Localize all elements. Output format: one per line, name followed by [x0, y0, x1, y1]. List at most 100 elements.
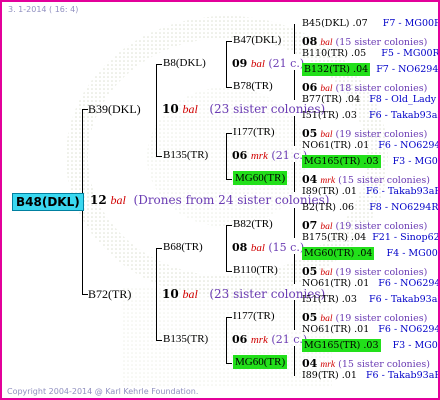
connector	[226, 133, 232, 134]
connector	[294, 346, 295, 376]
gen2-origin: mrk	[250, 334, 268, 346]
gen2-info: 06 mrk (21 c.)	[232, 334, 307, 346]
gen4-line: F7 - NO6294R	[376, 64, 440, 75]
gen3-drone-info: 04 mrk (15 sister colonies)	[302, 358, 430, 371]
gen3-drone-info: 05 bal (19 sister colonies)	[302, 128, 427, 141]
connector	[294, 116, 295, 146]
gen3-origin: bal	[320, 38, 333, 48]
gen4-year: .05	[351, 48, 367, 59]
sire-origin: bal	[182, 102, 198, 116]
gen4-name: MG165(TR)	[304, 156, 361, 167]
sire-number: 10	[162, 102, 179, 116]
gen4-row[interactable]: NO61(TR) .01 F6 - NO6294R	[302, 324, 438, 335]
pedigree-frame: 3. 1-2014 ( 16: 4) B48(DKL) 12 bal (Dron…	[0, 0, 440, 400]
gen4-row[interactable]: MG165(TR) .03 F3 - MG00R	[302, 339, 438, 352]
gen3-number: 06	[302, 81, 318, 94]
connector	[226, 87, 232, 88]
gen2-node[interactable]: B135(TR)	[163, 334, 208, 345]
root-note: (Drones from 24 sister colonies)	[133, 193, 330, 207]
gen2-node[interactable]: B8(DKL)	[163, 58, 206, 69]
dam-drone-info: 10 bal (23 sister colonies)	[162, 288, 325, 300]
gen2-info: 09 bal (21 c.)	[232, 58, 304, 70]
gen3-origin: mrk	[320, 360, 336, 370]
gen4-row[interactable]: NO61(TR) .01 F6 - NO6294R	[302, 140, 438, 151]
gen4-line: F6 - Takab93aR	[368, 110, 440, 121]
gen4-line: F21 - Sinop62R	[372, 232, 440, 243]
gen4-row[interactable]: MG165(TR) .03 F3 - MG00R	[302, 155, 438, 168]
gen4-row[interactable]: I51(TR) .03 F6 - Takab93aR	[302, 294, 438, 305]
gen3-drone-info: 05 bal (19 sister colonies)	[302, 266, 427, 279]
gen3-node[interactable]: B82(TR)	[233, 219, 273, 230]
gen3-drone-info: 04 mrk (15 sister colonies)	[302, 174, 430, 187]
gen4-name: NO61(TR)	[302, 140, 352, 151]
root-drone-info: 12 bal (Drones from 24 sister colonies)	[90, 194, 329, 206]
gen4-year: .03	[341, 110, 357, 121]
connector	[226, 179, 232, 180]
gen4-row[interactable]: I89(TR) .01 F6 - Takab93aR	[302, 186, 440, 197]
gen4-line: F8 - NO6294R	[369, 202, 439, 213]
gen2-origin: mrk	[250, 150, 268, 162]
gen4-line: F5 - MG00R	[381, 48, 440, 59]
gen3-node[interactable]: I177(TR)	[233, 311, 275, 322]
gen4-row[interactable]: B110(TR) .05 F5 - MG00R	[302, 48, 440, 59]
gen3-node[interactable]: I177(TR)	[233, 127, 275, 138]
gen3-note: (15 sister colonies)	[335, 37, 428, 48]
gen4-row[interactable]: B45(DKL) .07 F7 - MG00R	[302, 18, 440, 29]
gen3-node[interactable]: B110(TR)	[233, 265, 278, 276]
dam-number: 10	[162, 287, 179, 301]
gen4-row[interactable]: B132(TR) .04 F7 - NO6294R	[302, 63, 440, 76]
connector	[226, 225, 232, 226]
gen3-note: (19 sister colonies)	[335, 313, 428, 324]
connector	[156, 64, 157, 156]
gen3-node[interactable]: MG60(TR)	[233, 355, 288, 369]
gen4-row[interactable]: I89(TR) .01 F6 - Takab93aR	[302, 370, 438, 381]
gen4-row[interactable]: B2(TR) .06 F8 - NO6294R	[302, 202, 439, 213]
gen3-note: (19 sister colonies)	[335, 267, 428, 278]
gen3-drone-info: 06 bal (18 sister colonies)	[302, 82, 427, 95]
gen4-line: F6 - Takab93aR	[365, 186, 440, 197]
connector	[226, 271, 232, 272]
gen3-number: 04	[302, 173, 318, 186]
gen4-row[interactable]: B77(TR) .04 F8 - Old_Lady	[302, 95, 436, 105]
gen4-row[interactable]: I51(TR) .03 F6 - Takab93aR	[302, 110, 440, 121]
gen3-node[interactable]: B47(DKL)	[233, 35, 281, 46]
gen4-name: B110(TR)	[302, 48, 349, 59]
gen4-row[interactable]: B175(TR) .04 F21 - Sinop62R	[302, 232, 440, 243]
gen3-drone-info: 05 bal (19 sister colonies)	[302, 312, 427, 325]
gen3-origin: mrk	[320, 176, 336, 186]
gen3-number: 05	[302, 311, 318, 324]
gen3-node[interactable]: MG60(TR)	[233, 171, 288, 185]
gen4-row[interactable]: MG60(TR) .04 F4 - MG00R	[302, 247, 438, 260]
gen3-highlight: MG60(TR)	[233, 355, 288, 369]
connector	[294, 254, 295, 284]
sire-node[interactable]: B39(DKL)	[88, 103, 141, 115]
gen3-number: 05	[302, 265, 318, 278]
gen4-year: .03	[363, 340, 379, 351]
gen3-node[interactable]: B78(TR)	[233, 81, 273, 92]
gen4-line: F7 - MG00R	[382, 18, 440, 29]
gen2-number: 06	[232, 333, 248, 346]
gen4-name: MG60(TR)	[304, 248, 355, 259]
gen4-year: .01	[341, 370, 357, 381]
connector	[226, 41, 227, 87]
gen4-name: I51(TR)	[302, 110, 339, 121]
connector	[226, 225, 227, 271]
gen4-year: .03	[341, 294, 357, 305]
gen3-note: (19 sister colonies)	[335, 129, 428, 140]
gen3-origin: bal	[320, 222, 333, 232]
gen4-name: NO61(TR)	[302, 324, 352, 335]
gen3-highlight: MG60(TR)	[233, 171, 288, 185]
dam-node[interactable]: B72(TR)	[88, 288, 131, 300]
gen4-year: .06	[338, 202, 355, 213]
gen4-row[interactable]: NO61(TR) .01 F6 - NO6294R	[302, 279, 438, 289]
gen4-year: .07	[352, 18, 368, 29]
connector	[156, 156, 162, 157]
gen4-name: I89(TR)	[302, 186, 339, 197]
gen2-note: (21 c.)	[268, 57, 305, 70]
connector	[156, 340, 162, 341]
gen2-node[interactable]: B68(TR)	[163, 242, 203, 253]
gen2-node[interactable]: B135(TR)	[163, 150, 208, 161]
root-queen[interactable]: B48(DKL)	[12, 193, 84, 211]
gen3-origin: bal	[320, 130, 333, 140]
gen2-info: 08 bal (15 c.)	[232, 242, 304, 254]
